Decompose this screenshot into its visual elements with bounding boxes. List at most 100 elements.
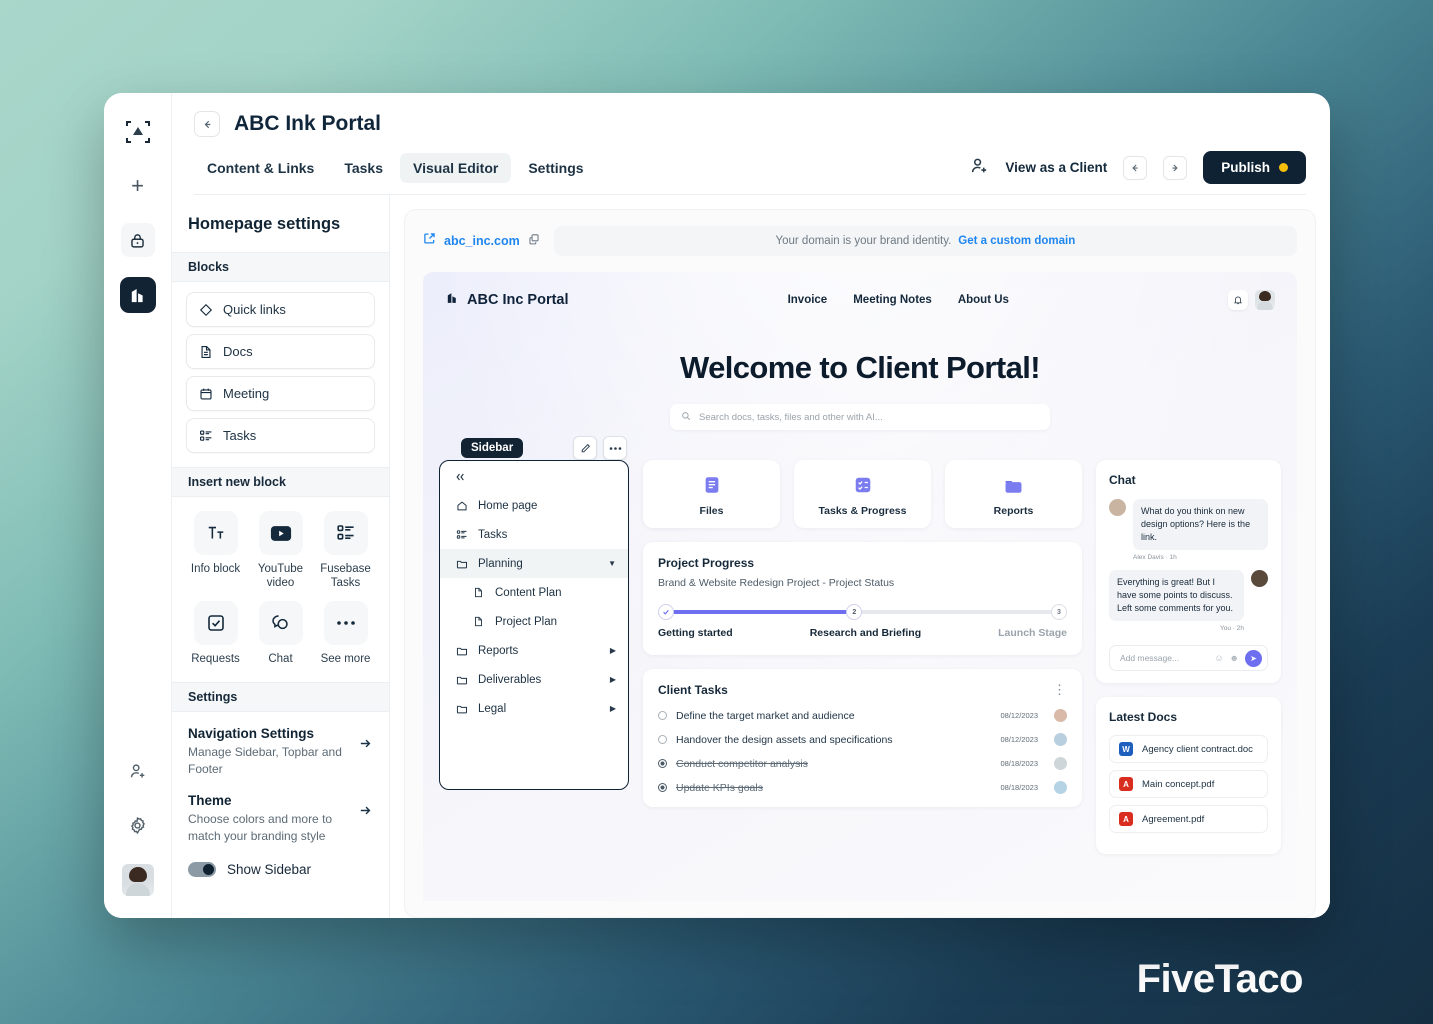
add-user-icon[interactable] [970, 156, 989, 180]
block-label: Docs [223, 344, 253, 359]
insert-block-chat[interactable]: Chat [251, 600, 310, 666]
setting-desc: Choose colors and more to match your bra… [188, 812, 333, 843]
pencil-icon[interactable] [573, 436, 597, 460]
avatar[interactable] [121, 864, 154, 896]
back-button[interactable] [194, 111, 220, 137]
progress-subtitle: Brand & Website Redesign Project - Proje… [658, 577, 895, 589]
portal-search-bar[interactable]: Search docs, tasks, files and other with… [670, 404, 1050, 430]
tab-content-links[interactable]: Content & Links [194, 153, 327, 183]
client-tasks-card: Client Tasks ⋮ Define the target market … [643, 669, 1082, 807]
sidebar-item-project-plan[interactable]: Project Plan [440, 607, 628, 636]
chevron-down-icon[interactable]: ▼ [608, 559, 616, 568]
block-item-meeting[interactable]: Meeting [186, 376, 375, 411]
insert-block-see-more[interactable]: See more [316, 600, 375, 666]
portal-user-avatar[interactable] [1254, 290, 1275, 310]
stepper-node-1[interactable] [658, 604, 674, 620]
setting-title: Navigation Settings [188, 726, 315, 742]
chat-meta: Alex Davis · 1h [1133, 554, 1177, 562]
folder-icon [454, 556, 469, 571]
block-item-docs[interactable]: Docs [186, 334, 375, 369]
portal-building-icon[interactable] [119, 277, 156, 313]
domain-link[interactable]: abc_inc.com [444, 234, 520, 248]
undo-button[interactable] [1123, 155, 1148, 180]
insert-block-youtube[interactable]: YouTube video [251, 511, 310, 591]
redo-button[interactable] [1163, 155, 1188, 180]
list-item[interactable]: W Agency client contract.doc [1109, 735, 1268, 764]
gear-icon[interactable] [121, 808, 155, 842]
table-row[interactable]: Handover the design assets and specifica… [658, 733, 1067, 746]
bell-icon[interactable] [1227, 290, 1248, 310]
block-item-quick-links[interactable]: Quick links [186, 292, 375, 327]
chevrons-left-icon[interactable] [440, 471, 628, 491]
avatar [1054, 757, 1067, 770]
portal-link-meeting-notes[interactable]: Meeting Notes [853, 294, 932, 306]
lock-icon[interactable] [120, 223, 155, 257]
quick-link-label: Files [699, 505, 724, 517]
sidebar-item-deliverables[interactable]: Deliverables ▶ [440, 665, 628, 694]
list-item[interactable]: A Agreement.pdf [1109, 805, 1268, 834]
quick-link-reports[interactable]: Reports [945, 460, 1082, 528]
table-row[interactable]: Update KPIs goals 08/18/2023 [658, 781, 1067, 794]
block-label: Quick links [223, 302, 286, 317]
sidebar-item-home-page[interactable]: Home page [440, 491, 628, 520]
task-checkbox[interactable] [658, 711, 667, 720]
task-checkbox[interactable] [658, 759, 667, 768]
chat-input-row[interactable]: Add message... ☺ ☻ ➤ [1109, 645, 1268, 672]
sidebar-item-planning[interactable]: Planning ▼ [440, 549, 628, 578]
portal-brand[interactable]: ABC Inc Portal [445, 291, 569, 309]
quick-link-files[interactable]: Files [643, 460, 780, 528]
external-link-icon[interactable] [423, 232, 436, 250]
rail-add-button[interactable]: + [121, 169, 155, 203]
portal-navbar: ABC Inc Portal Invoice Meeting Notes Abo… [423, 272, 1297, 328]
portal-link-about-us[interactable]: About Us [958, 294, 1009, 306]
send-icon[interactable]: ➤ [1245, 649, 1262, 667]
task-checkbox[interactable] [658, 735, 667, 744]
tab-tasks[interactable]: Tasks [331, 153, 396, 183]
chevron-right-icon[interactable]: ▶ [610, 704, 616, 713]
portal-preview: ABC Inc Portal Invoice Meeting Notes Abo… [423, 272, 1297, 901]
tab-settings[interactable]: Settings [515, 153, 596, 183]
portal-brand-label: ABC Inc Portal [467, 292, 569, 308]
chevron-right-icon[interactable]: ▶ [610, 646, 616, 655]
copy-icon[interactable] [528, 232, 540, 250]
task-checkbox[interactable] [658, 783, 667, 792]
block-item-tasks[interactable]: Tasks [186, 418, 375, 453]
attachment-icon[interactable]: ☻ [1230, 653, 1239, 663]
sidebar-item-reports[interactable]: Reports ▶ [440, 636, 628, 665]
setting-theme[interactable]: Theme Choose colors and more to match yo… [188, 793, 373, 844]
sidebar-item-legal[interactable]: Legal ▶ [440, 694, 628, 723]
insert-block-fusebase-tasks[interactable]: Fusebase Tasks [316, 511, 375, 591]
ellipsis-icon[interactable] [603, 436, 627, 460]
sidebar-item-label: Tasks [478, 528, 508, 541]
stepper-node-2[interactable]: 2 [846, 604, 863, 620]
show-sidebar-row[interactable]: Show Sidebar [172, 860, 389, 895]
arrow-right-icon [358, 736, 373, 755]
calendar-icon [198, 386, 213, 401]
insert-block-requests[interactable]: Requests [186, 600, 245, 666]
quick-link-label: Reports [993, 505, 1034, 517]
table-row[interactable]: Define the target market and audience 08… [658, 709, 1067, 722]
domain-link-group[interactable]: abc_inc.com [423, 232, 540, 250]
list-item[interactable]: A Main concept.pdf [1109, 770, 1268, 799]
chevron-right-icon[interactable]: ▶ [610, 675, 616, 684]
vertical-dots-icon[interactable]: ⋮ [1053, 682, 1067, 698]
view-as-client-button[interactable]: View as a Client [1005, 160, 1107, 175]
portal-link-invoice[interactable]: Invoice [788, 294, 828, 306]
show-sidebar-toggle[interactable] [188, 862, 216, 878]
sidebar-item-content-plan[interactable]: Content Plan [440, 578, 628, 607]
app-logo-icon[interactable] [121, 115, 155, 149]
main-column: ABC Ink Portal Content & Links Tasks Vis… [172, 93, 1330, 918]
stepper-node-3[interactable]: 3 [1051, 604, 1067, 620]
setting-navigation-settings[interactable]: Navigation Settings Manage Sidebar, Topb… [188, 726, 373, 777]
dashboard-right: Chat What do you think on new design opt… [1096, 460, 1281, 855]
table-row[interactable]: Conduct competitor analysis 08/18/2023 [658, 757, 1067, 770]
homepage-settings-sidebar: Homepage settings Blocks Quick links Doc… [172, 195, 390, 918]
tab-visual-editor[interactable]: Visual Editor [400, 152, 512, 183]
get-custom-domain-link[interactable]: Get a custom domain [958, 235, 1075, 247]
quick-link-tasks-progress[interactable]: Tasks & Progress [794, 460, 931, 528]
emoji-icon[interactable]: ☺ [1214, 653, 1223, 663]
add-user-icon[interactable] [121, 754, 155, 788]
publish-button[interactable]: Publish [1203, 151, 1306, 184]
sidebar-item-tasks[interactable]: Tasks [440, 520, 628, 549]
insert-block-info[interactable]: Info block [186, 511, 245, 591]
